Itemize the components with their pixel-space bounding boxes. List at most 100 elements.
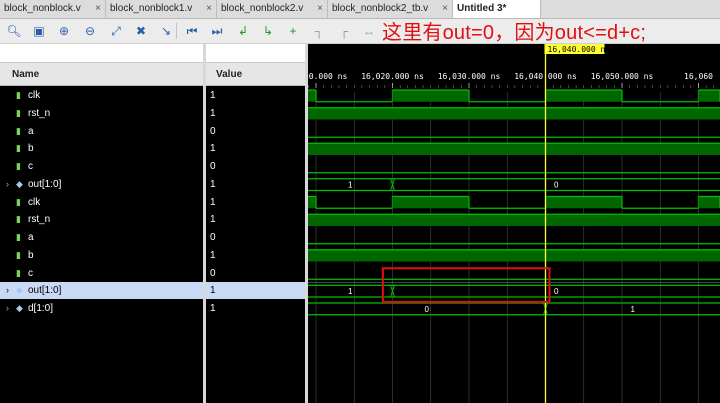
search-icon[interactable]: 🔍︎ bbox=[6, 23, 22, 39]
cursor-time-label: 16,040.000 ns bbox=[548, 45, 611, 54]
signal-row[interactable]: ▮ rst_n bbox=[0, 211, 203, 228]
annotation-text: 这里有out=0，因为out<=d+c; bbox=[382, 22, 647, 44]
pane-splitter[interactable] bbox=[203, 44, 206, 403]
wire-signal-icon: ▮ bbox=[16, 107, 21, 118]
signal-name: d[1:0] bbox=[28, 303, 54, 314]
waveform-canvas[interactable]: 16,010.000 ns 16,020.000 ns 16,030.000 ns 1… bbox=[308, 44, 720, 403]
time-tick-label: 16,050.000 ns bbox=[591, 72, 654, 81]
signal-name-list: ▮ clk ▮ rst_n ▮ a ▮ b ▮ c › ◆ out[1:0] ▮ clk ▮ rst_n ▮ a ▮ b… bbox=[0, 87, 203, 403]
bus-value-label: 1 bbox=[348, 287, 353, 296]
wave-high-fill bbox=[698, 90, 720, 102]
prev-marker-icon[interactable]: ┐ bbox=[311, 23, 327, 39]
tab-label: block_nonblock1.v bbox=[110, 3, 193, 14]
bus-value-label: 0 bbox=[554, 181, 559, 190]
signal-value[interactable]: 1 bbox=[206, 105, 305, 122]
expand-chevron-icon[interactable]: › bbox=[6, 282, 9, 299]
tab-label: block_nonblock2.v bbox=[221, 3, 304, 14]
signal-row[interactable]: › ◆ out[1:0] bbox=[0, 282, 203, 300]
signal-value[interactable]: 1 bbox=[206, 194, 305, 211]
name-column-header[interactable]: Name bbox=[0, 62, 203, 86]
signal-value[interactable]: 0 bbox=[206, 265, 305, 282]
signal-value[interactable]: 0 bbox=[206, 229, 305, 246]
save-icon[interactable]: ▣ bbox=[31, 23, 47, 39]
signal-row[interactable]: › ◆ out[1:0] bbox=[0, 176, 203, 193]
value-column-header[interactable]: Value bbox=[206, 62, 305, 86]
signal-name: rst_n bbox=[28, 107, 51, 119]
wave-high-fill bbox=[308, 90, 316, 102]
close-icon[interactable]: × bbox=[317, 0, 323, 18]
wire-signal-icon: ▮ bbox=[16, 90, 21, 100]
signal-name: c bbox=[28, 267, 33, 279]
next-marker-icon[interactable]: ┌ bbox=[336, 23, 352, 39]
add-marker-icon[interactable]: + bbox=[285, 23, 301, 39]
go-last-icon[interactable]: ⏭ bbox=[209, 23, 225, 39]
swap-cursor-icon[interactable]: ↔ bbox=[361, 23, 377, 39]
go-first-icon[interactable]: ⏮ bbox=[184, 23, 200, 39]
signal-value[interactable]: 0 bbox=[206, 123, 305, 140]
signal-name: a bbox=[28, 232, 34, 243]
cursor-icon[interactable]: ✖ bbox=[133, 23, 149, 39]
tab-block-nonblock[interactable]: block_nonblock.v × bbox=[0, 0, 106, 18]
zoom-in-icon[interactable]: ⊕ bbox=[56, 23, 72, 39]
bus-signal-icon: ◆ bbox=[16, 303, 23, 313]
signal-row[interactable]: › ◆ d[1:0] bbox=[0, 300, 203, 317]
wave-high-fill bbox=[545, 196, 622, 209]
signal-row[interactable]: ▮ b bbox=[0, 140, 203, 157]
close-icon[interactable]: × bbox=[95, 0, 101, 18]
next-edge-icon[interactable]: ↳ bbox=[260, 23, 276, 39]
wire-signal-icon: ▮ bbox=[16, 143, 21, 154]
time-tick-label: 16,010.000 ns bbox=[308, 72, 347, 81]
signal-value[interactable]: 1 bbox=[206, 247, 305, 264]
signal-name: clk bbox=[28, 90, 41, 101]
signal-value[interactable]: 0 bbox=[206, 158, 305, 175]
signal-name: rst_n bbox=[28, 214, 51, 226]
zoom-out-icon[interactable]: ⊖ bbox=[82, 23, 98, 39]
signal-value-list: 1101011101011 bbox=[206, 87, 305, 403]
time-tick-label: 16,030.000 ns bbox=[438, 72, 501, 81]
wave-high-fill bbox=[308, 107, 720, 120]
wave-high-fill bbox=[698, 196, 720, 209]
signal-name: out[1:0] bbox=[28, 285, 62, 297]
bus-value-label: 0 bbox=[554, 287, 559, 296]
prev-edge-icon[interactable]: ↲ bbox=[235, 23, 251, 39]
value-pane-top bbox=[206, 44, 305, 62]
go-first-icon[interactable]: ↘ bbox=[158, 23, 174, 39]
zoom-fit-icon[interactable]: ⤢ bbox=[108, 23, 124, 39]
signal-row[interactable]: ▮ c bbox=[0, 265, 203, 282]
signal-row[interactable]: ▮ rst_n bbox=[0, 105, 203, 122]
bus-value-label: 1 bbox=[348, 181, 353, 190]
tab-block-nonblock1[interactable]: block_nonblock1.v × bbox=[106, 0, 217, 18]
signal-row[interactable]: ▮ c bbox=[0, 158, 203, 175]
wave-high-fill bbox=[308, 214, 720, 226]
signal-value[interactable]: 1 bbox=[206, 140, 305, 157]
signal-name: a bbox=[28, 125, 34, 137]
bus-value-label: 1 bbox=[631, 305, 636, 314]
wave-high-fill bbox=[392, 90, 469, 102]
signal-row[interactable]: ▮ clk bbox=[0, 194, 203, 211]
wire-signal-icon: ▮ bbox=[16, 249, 21, 260]
signal-row[interactable]: ▮ b bbox=[0, 247, 203, 264]
signal-value[interactable]: 1 bbox=[206, 300, 305, 317]
close-icon[interactable]: × bbox=[206, 0, 212, 18]
signal-row[interactable]: ▮ a bbox=[0, 123, 203, 140]
signal-name: b bbox=[28, 249, 34, 261]
expand-chevron-icon[interactable]: › bbox=[6, 300, 9, 317]
signal-value[interactable]: 1 bbox=[206, 282, 305, 300]
signal-value[interactable]: 1 bbox=[206, 211, 305, 228]
signal-row[interactable]: ▮ clk bbox=[0, 87, 203, 104]
wave-high-fill bbox=[308, 249, 720, 262]
bus-signal-icon: ◆ bbox=[16, 285, 23, 296]
wave-high-fill bbox=[308, 143, 720, 155]
signal-name: clk bbox=[28, 196, 41, 208]
signal-value[interactable]: 1 bbox=[206, 176, 305, 193]
signal-row[interactable]: ▮ a bbox=[0, 229, 203, 246]
wire-signal-icon: ▮ bbox=[16, 232, 21, 242]
wire-signal-icon: ▮ bbox=[16, 267, 21, 278]
signal-value[interactable]: 1 bbox=[206, 87, 305, 104]
expand-chevron-icon[interactable]: › bbox=[6, 176, 9, 193]
time-tick-label: 16,060 bbox=[684, 72, 713, 81]
wire-signal-icon: ▮ bbox=[16, 125, 21, 136]
bus-value-label: 0 bbox=[425, 305, 430, 314]
tab-block-nonblock2[interactable]: block_nonblock2.v × bbox=[217, 0, 328, 18]
tab-label: Untitled 3* bbox=[457, 3, 507, 14]
